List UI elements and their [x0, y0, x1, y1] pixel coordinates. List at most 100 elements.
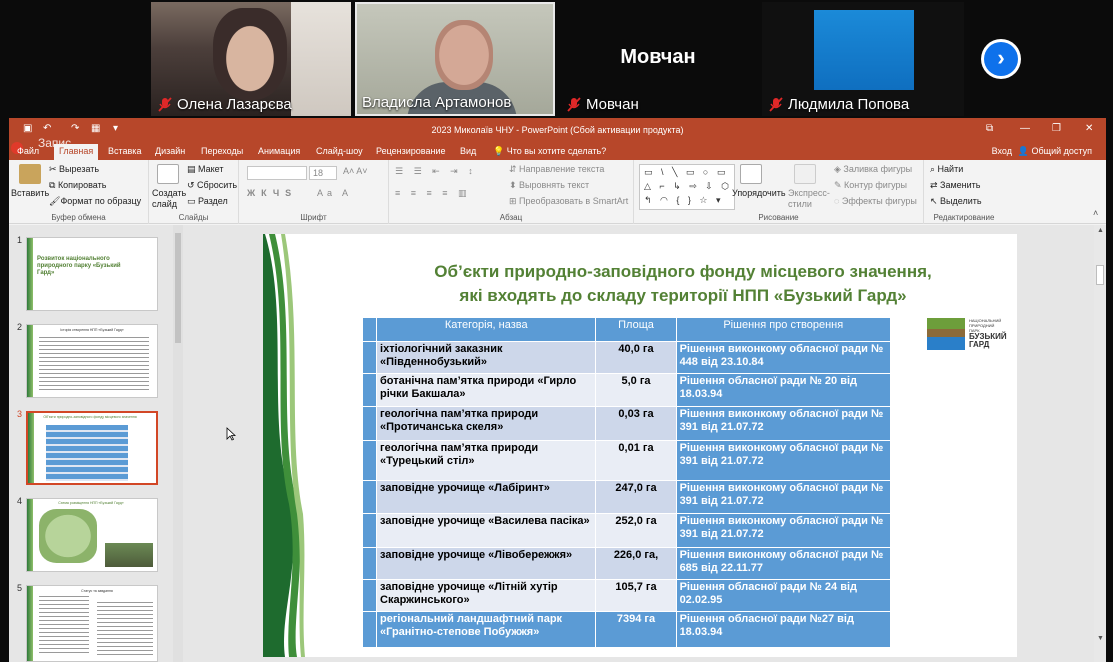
shape-fill-button[interactable]: ◈ Заливка фигуры — [834, 164, 912, 175]
font-size-box[interactable]: 18 — [309, 166, 337, 180]
logo-big-text: БУЗЬКИЙ ГАРД — [969, 332, 1007, 349]
thumbnail-text-lines — [39, 596, 89, 656]
tab-transitions[interactable]: Переходы — [201, 146, 243, 156]
thumbnails-scrollbar[interactable] — [173, 225, 183, 662]
group-label: Рисование — [758, 213, 799, 222]
participant-tile-1[interactable]: Олена Лазарєва — [151, 2, 351, 116]
search-icon: ⌕ — [930, 164, 938, 174]
table-cell — [361, 341, 378, 374]
tab-home[interactable]: Главная — [54, 144, 99, 160]
scroll-up-icon[interactable]: ▲ — [1097, 227, 1104, 234]
section-button[interactable]: ▭ Раздел — [187, 196, 228, 207]
thumbnail-number: 3 — [17, 409, 23, 419]
tell-me-search[interactable]: 💡 Что вы хотите сделать? — [493, 146, 606, 157]
find-button[interactable]: ⌕ Найти — [930, 164, 963, 175]
slide-scrollbar[interactable]: ▲ ▼ — [1094, 225, 1106, 662]
tab-design[interactable]: Дизайн — [155, 146, 185, 156]
smartart-button[interactable]: ⊞ Преобразовать в SmartArt — [509, 196, 628, 207]
section-label: Раздел — [198, 196, 228, 206]
table-row: заповідне урочище «Василева пасіка» 252,… — [361, 513, 892, 548]
shape-outline-button[interactable]: ✎ Контур фигуры — [834, 180, 907, 191]
paste-icon — [19, 164, 41, 184]
sign-in-link[interactable]: Вход — [992, 146, 1012, 156]
table-row: геологічна пам’ятка природи «Протичанськ… — [361, 406, 892, 441]
person-icon: 👤 — [1017, 146, 1032, 156]
thumbnail-decoration — [27, 586, 33, 661]
thumbnail-number: 1 — [17, 235, 23, 245]
participant-tile-3[interactable]: Мовчан Мовчан — [560, 2, 756, 116]
align-text-button[interactable]: ⬍ Выровнять текст — [509, 180, 589, 191]
table-cell: ботанічна пам’ятка природи «Гирло річки … — [376, 373, 597, 407]
share-button[interactable]: 👤 Общий доступ — [1018, 146, 1092, 157]
tab-file[interactable]: Файл — [17, 146, 39, 156]
next-page-button[interactable]: › — [981, 39, 1021, 79]
slide-thumbnail-2[interactable]: Історія створення НПП «Бузький Гард» — [26, 324, 158, 398]
slide-thumbnail-4[interactable]: Схема розміщення НПП «Бузький Гард» — [26, 498, 158, 572]
tab-review[interactable]: Рецензирование — [376, 146, 446, 156]
participant-tile-2[interactable]: Владисла Артамонов — [355, 2, 555, 116]
group-label: Редактирование — [933, 213, 995, 222]
minimize-icon[interactable]: — — [1020, 123, 1030, 134]
video-strip: Олена Лазарєва Владисла Артамонов Мовчан… — [0, 0, 1113, 118]
arrange-button[interactable]: Упорядочить — [732, 188, 786, 198]
participant-name: Людмила Попова — [788, 96, 910, 113]
reset-icon: ↺ — [187, 180, 198, 190]
thumbnail-title: Схема розміщення НПП «Бузький Гард» — [58, 501, 124, 505]
paste-button[interactable]: Вставить — [11, 188, 49, 198]
participant-video — [213, 8, 287, 100]
smartart-icon: ⊞ — [509, 196, 520, 206]
ribbon-display-icon[interactable]: ⧉ — [986, 123, 993, 134]
cut-label: Вырезать — [59, 164, 100, 174]
thumbnail-number: 4 — [17, 496, 23, 506]
maximize-icon[interactable]: ❐ — [1052, 123, 1061, 134]
table-cell — [361, 513, 378, 548]
slide-thumbnails-pane: 1 Розвиток національного природного парк… — [9, 225, 171, 662]
shapes-gallery[interactable]: ▭ \ ╲ ▭ ○ ▭ △ ⌐ ↳ ⇨ ⇩ ⬡ ↰ ◠ { } ☆ ▾ — [639, 164, 735, 210]
font-effect-buttons[interactable]: Aa A — [317, 188, 352, 198]
collapse-ribbon-icon[interactable]: ˄ — [1093, 208, 1098, 218]
list-buttons[interactable]: ☰ ☰ ⇤ ⇥ ↕ — [395, 166, 477, 177]
paragraph-group: ☰ ☰ ⇤ ⇥ ↕ ≡ ≡ ≡ ≡ ▥ ⇵ Направление текста… — [389, 160, 634, 224]
replace-label: Заменить — [940, 180, 981, 190]
quick-styles-button[interactable]: Экспресс-стили — [788, 188, 830, 210]
shape-effects-button[interactable]: ◌ Эффекты фигуры — [834, 196, 917, 206]
tab-animation[interactable]: Анимация — [258, 146, 300, 156]
table-cell: 40,0 га — [595, 341, 677, 374]
slide-title-line-2: які входять до складу території НПП «Буз… — [459, 286, 907, 305]
layout-label: Макет — [198, 164, 224, 174]
table-row: заповідне урочище «Лівобережжя» 226,0 га… — [361, 547, 892, 580]
slide-thumbnail-3[interactable]: Об’єкти природно-заповідного фонду місце… — [26, 411, 158, 485]
slide-canvas[interactable]: Об’єкти природно-заповідного фонду місце… — [263, 234, 1017, 657]
font-size-controls-icon[interactable]: A˄ A˅ — [343, 166, 368, 176]
select-button[interactable]: ↖ Выделить — [930, 196, 982, 207]
tab-view[interactable]: Вид — [460, 146, 476, 156]
table-cell: геологічна пам’ятка природи «Турецький с… — [376, 440, 597, 481]
table-cell: геологічна пам’ятка природи «Протичанськ… — [376, 406, 597, 441]
layout-button[interactable]: ▤ Макет — [187, 164, 224, 175]
slide-thumbnail-1[interactable]: Розвиток національного природного парку … — [26, 237, 158, 311]
scroll-down-icon[interactable]: ▼ — [1097, 635, 1104, 642]
scrollbar-thumb[interactable] — [1096, 265, 1104, 285]
logo-small-text: НАЦІОНАЛЬНИЙ ПРИРОДНИЙ ПАРК — [969, 318, 1002, 333]
font-style-buttons[interactable]: ЖКЧS — [247, 188, 297, 198]
slide-thumbnail-5[interactable]: Статус та завдання — [26, 585, 158, 662]
scrollbar-thumb[interactable] — [175, 233, 181, 343]
format-painter-button[interactable]: 🖌Формат по образцу — [49, 196, 141, 207]
reset-button[interactable]: ↺ Сбросить — [187, 180, 237, 191]
table-header-cell: Площа — [595, 317, 677, 342]
new-slide-button[interactable]: Создать слайд — [152, 188, 188, 210]
cut-button[interactable]: ✂ Вырезать — [49, 164, 99, 175]
tab-insert[interactable]: Вставка — [108, 146, 141, 156]
table-cell: заповідне урочище «Василева пасіка» — [376, 513, 597, 548]
font-name-box[interactable] — [247, 166, 307, 180]
text-direction-button[interactable]: ⇵ Направление текста — [509, 164, 604, 175]
copy-button[interactable]: ⧉ Копировать — [49, 180, 106, 191]
replace-button[interactable]: ⇄ Заменить — [930, 180, 981, 191]
group-label: Шрифт — [300, 213, 327, 222]
align-buttons[interactable]: ≡ ≡ ≡ ≡ ▥ — [395, 188, 471, 199]
quick-styles-icon — [794, 164, 816, 184]
participant-tile-4[interactable]: Людмила Попова — [762, 2, 964, 116]
tab-slideshow[interactable]: Слайд-шоу — [316, 146, 363, 156]
close-icon[interactable]: ✕ — [1085, 123, 1093, 134]
leaf-decoration — [263, 234, 305, 657]
